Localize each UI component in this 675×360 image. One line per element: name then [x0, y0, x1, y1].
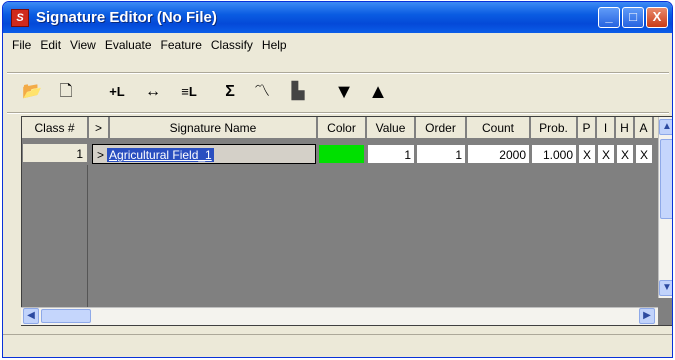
- column-header-order[interactable]: Order: [416, 117, 466, 139]
- signature-editor-window: S Signature Editor (No File) _ □ X File …: [2, 1, 673, 358]
- row-count[interactable]: 2000: [467, 144, 530, 164]
- column-header-count[interactable]: Count: [467, 117, 530, 139]
- menu-help[interactable]: Help: [262, 38, 287, 52]
- vertical-scroll-thumb[interactable]: [660, 139, 672, 219]
- maximize-button[interactable]: □: [622, 7, 644, 28]
- title-bar[interactable]: S Signature Editor (No File) _ □ X: [3, 2, 672, 33]
- replace-signature-icon[interactable]: ↔: [139, 81, 167, 103]
- menu-bar: File Edit View Evaluate Feature Classify…: [3, 34, 672, 56]
- row-value[interactable]: 1: [367, 144, 415, 164]
- add-signature-icon[interactable]: +L: [103, 81, 131, 103]
- merge-signatures-icon[interactable]: ≡L: [175, 81, 203, 103]
- signature-table: Class # > Signature Name Color Value Ord…: [21, 116, 672, 326]
- menu-classify[interactable]: Classify: [211, 38, 253, 52]
- close-button[interactable]: X: [646, 7, 668, 28]
- horizontal-scrollbar[interactable]: ◀ ▶: [21, 307, 658, 325]
- column-header-prob[interactable]: Prob.: [531, 117, 577, 139]
- scroll-up-arrow-icon[interactable]: ▲: [659, 119, 672, 135]
- menu-feature[interactable]: Feature: [161, 38, 202, 52]
- column-header-i[interactable]: I: [597, 117, 615, 139]
- column-header-signature-name[interactable]: Signature Name: [110, 117, 317, 139]
- column-header-marker[interactable]: >: [89, 117, 109, 139]
- vertical-scrollbar[interactable]: ▲ ▼: [658, 117, 672, 298]
- row-signature-name[interactable]: > Agricultural Field_1: [92, 144, 316, 164]
- menu-edit[interactable]: Edit: [40, 38, 61, 52]
- row-i-flag[interactable]: X: [597, 144, 615, 164]
- menu-view[interactable]: View: [70, 38, 96, 52]
- row-h-flag[interactable]: X: [616, 144, 634, 164]
- status-bar: [3, 334, 672, 357]
- menu-file[interactable]: File: [12, 38, 31, 52]
- statistics-sigma-icon[interactable]: Σ: [219, 81, 241, 103]
- row-header-column: [22, 165, 88, 325]
- new-document-icon[interactable]: 🗋: [55, 81, 77, 103]
- row-a-flag[interactable]: X: [635, 144, 653, 164]
- scroll-left-arrow-icon[interactable]: ◀: [23, 308, 39, 324]
- column-header-class-number[interactable]: Class #: [22, 117, 88, 139]
- column-header-h[interactable]: H: [616, 117, 634, 139]
- menu-separator: [7, 72, 669, 74]
- scroll-down-arrow-icon[interactable]: ▼: [659, 280, 672, 296]
- horizontal-scroll-thumb[interactable]: [41, 309, 91, 323]
- mean-plot-icon[interactable]: 〽: [249, 81, 275, 103]
- row-prob[interactable]: 1.000: [531, 144, 577, 164]
- toolbar: 📂 🗋 +L ↔ ≡L Σ 〽 ▙ ▼ ▲: [3, 76, 672, 110]
- open-folder-icon[interactable]: 📂: [21, 81, 43, 103]
- signature-name-text[interactable]: Agricultural Field_1: [107, 148, 214, 162]
- move-up-icon[interactable]: ▲: [367, 81, 389, 103]
- column-header-value[interactable]: Value: [367, 117, 415, 139]
- signature-app-icon[interactable]: S: [11, 8, 29, 27]
- menu-evaluate[interactable]: Evaluate: [105, 38, 152, 52]
- column-header-p[interactable]: P: [578, 117, 596, 139]
- row-p-flag[interactable]: X: [578, 144, 596, 164]
- row-marker: >: [97, 148, 105, 162]
- row-color-swatch[interactable]: [318, 144, 365, 164]
- move-down-icon[interactable]: ▼: [333, 81, 355, 103]
- column-header-color[interactable]: Color: [318, 117, 366, 139]
- row-order[interactable]: 1: [416, 144, 466, 164]
- column-header-a[interactable]: A: [635, 117, 653, 139]
- histogram-icon[interactable]: ▙: [285, 81, 311, 103]
- window-title: Signature Editor (No File): [36, 9, 217, 26]
- row-class-number[interactable]: 1: [22, 143, 88, 163]
- minimize-button[interactable]: _: [598, 7, 620, 28]
- scroll-right-arrow-icon[interactable]: ▶: [639, 308, 655, 324]
- toolbar-separator: [7, 112, 669, 114]
